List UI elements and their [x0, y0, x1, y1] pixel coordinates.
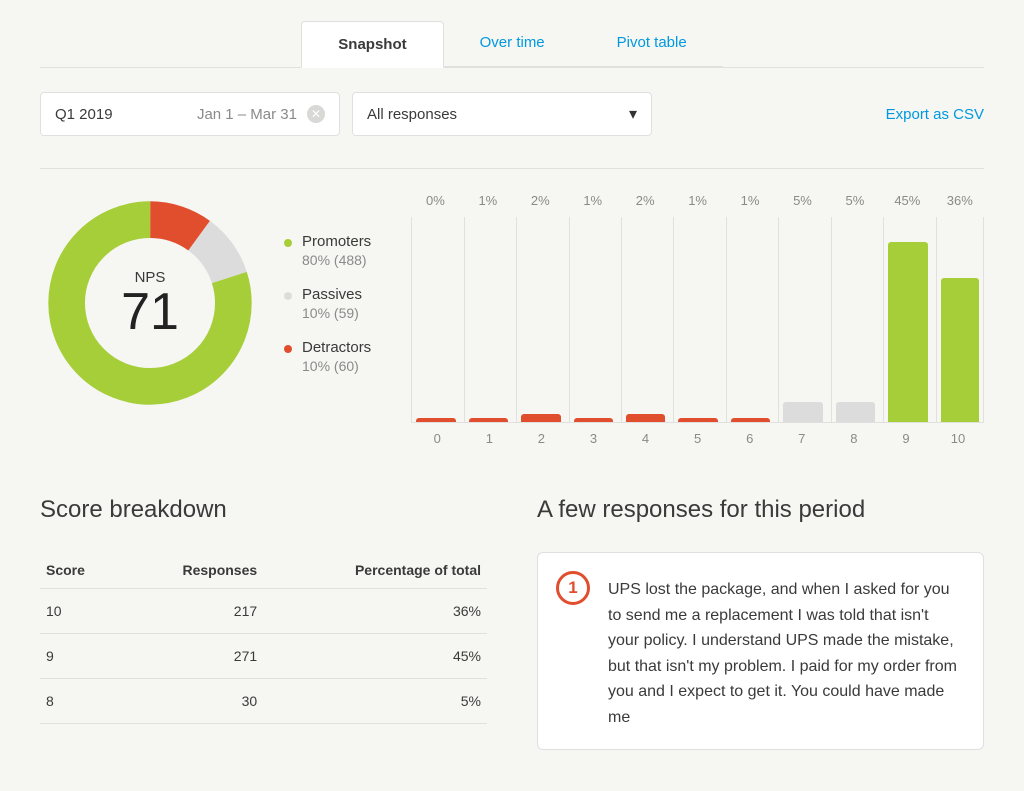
bar: [678, 418, 717, 422]
legend-promoters-name: Promoters: [302, 233, 371, 250]
bar-pct-label: 2%: [636, 193, 655, 208]
cell-score: 10: [40, 589, 123, 634]
segment-select-label: All responses: [367, 106, 457, 123]
responses-preview: A few responses for this period 1 UPS lo…: [537, 496, 984, 750]
table-row: 927145%: [40, 634, 487, 679]
legend-detractors-name: Detractors: [302, 339, 371, 356]
cell-responses: 30: [123, 679, 264, 724]
bar: [731, 418, 770, 422]
bar-x-label: 9: [880, 431, 932, 446]
bar: [783, 402, 822, 422]
bar-col: 5%: [831, 193, 879, 422]
bar-x-label: 8: [828, 431, 880, 446]
cell-pct: 36%: [263, 589, 487, 634]
cell-score: 8: [40, 679, 123, 724]
bar-pct-label: 5%: [846, 193, 865, 208]
legend-promoters-sub: 80% (488): [302, 252, 371, 268]
th-pct: Percentage of total: [263, 552, 487, 589]
legend-promoters: Promoters 80% (488): [284, 233, 371, 268]
legend-passives-sub: 10% (59): [302, 305, 362, 321]
filters-row: Q1 2019 Jan 1 – Mar 31 ✕ All responses ▾…: [40, 68, 984, 160]
bar-col: 1%: [569, 193, 617, 422]
nps-donut-block: NPS 71 Promoters 80% (488) Passives 1: [40, 193, 371, 413]
export-csv-link[interactable]: Export as CSV: [886, 106, 984, 123]
date-range-label: Q1 2019: [55, 106, 113, 123]
nps-donut-chart: NPS 71: [40, 193, 260, 413]
legend-passives-name: Passives: [302, 286, 362, 303]
bar-x-label: 1: [463, 431, 515, 446]
tab-snapshot[interactable]: Snapshot: [301, 21, 443, 68]
swatch-icon: [284, 345, 292, 353]
chevron-down-icon: ▾: [629, 104, 637, 124]
score-breakdown-table: Score Responses Percentage of total 1021…: [40, 552, 487, 724]
bar: [469, 418, 508, 422]
bar-col: 5%: [778, 193, 826, 422]
bar-x-label: 2: [515, 431, 567, 446]
legend-detractors: Detractors 10% (60): [284, 339, 371, 374]
bar: [941, 278, 979, 422]
bar-col: 1%: [673, 193, 721, 422]
bar-pct-label: 1%: [741, 193, 760, 208]
responses-title: A few responses for this period: [537, 496, 984, 524]
bar-col: 45%: [883, 193, 931, 422]
bar-x-label: 4: [620, 431, 672, 446]
bar-pct-label: 2%: [531, 193, 550, 208]
tab-over-time[interactable]: Over time: [444, 20, 581, 67]
bar: [521, 414, 560, 422]
bar-pct-label: 0%: [426, 193, 445, 208]
score-breakdown: Score breakdown Score Responses Percenta…: [40, 496, 487, 750]
score-distribution-chart: 0% 1% 2% 1% 2% 1% 1% 5% 5% 45% 36% 012345678910: [411, 193, 984, 446]
cell-pct: 45%: [263, 634, 487, 679]
bar-pct-label: 5%: [793, 193, 812, 208]
bar: [888, 242, 927, 422]
date-range-picker[interactable]: Q1 2019 Jan 1 – Mar 31 ✕: [40, 92, 340, 136]
bar-pct-label: 1%: [688, 193, 707, 208]
cell-pct: 5%: [263, 679, 487, 724]
bar: [416, 418, 455, 422]
cell-score: 9: [40, 634, 123, 679]
bar-x-label: 6: [724, 431, 776, 446]
bar-pct-label: 1%: [478, 193, 497, 208]
date-range-value: Jan 1 – Mar 31: [197, 106, 297, 123]
bar-pct-label: 1%: [583, 193, 602, 208]
bar-x-label: 10: [932, 431, 984, 446]
table-row: 1021736%: [40, 589, 487, 634]
bar-col: 2%: [516, 193, 564, 422]
bar-col: 0%: [411, 193, 459, 422]
swatch-icon: [284, 239, 292, 247]
cell-responses: 271: [123, 634, 264, 679]
response-card[interactable]: 1 UPS lost the package, and when I asked…: [537, 552, 984, 750]
th-responses: Responses: [123, 552, 264, 589]
bar-pct-label: 36%: [947, 193, 973, 208]
bar: [574, 418, 613, 422]
bar-col: 36%: [936, 193, 984, 422]
response-score-badge: 1: [556, 571, 590, 605]
bar-x-label: 7: [776, 431, 828, 446]
nps-value: 71: [121, 286, 179, 338]
bar-col: 1%: [726, 193, 774, 422]
clear-date-icon[interactable]: ✕: [307, 105, 325, 123]
bar: [836, 402, 875, 422]
bar-x-label: 0: [411, 431, 463, 446]
divider: [40, 168, 984, 169]
bar: [626, 414, 665, 422]
tab-pivot-table[interactable]: Pivot table: [581, 20, 723, 67]
tabs: Snapshot Over time Pivot table: [40, 20, 984, 68]
swatch-icon: [284, 292, 292, 300]
bar-pct-label: 45%: [894, 193, 920, 208]
table-row: 8305%: [40, 679, 487, 724]
legend-passives: Passives 10% (59): [284, 286, 371, 321]
th-score: Score: [40, 552, 123, 589]
bar-col: 1%: [464, 193, 512, 422]
bar-col: 2%: [621, 193, 669, 422]
response-text: UPS lost the package, and when I asked f…: [608, 577, 957, 731]
score-breakdown-title: Score breakdown: [40, 496, 487, 524]
bar-x-label: 5: [672, 431, 724, 446]
segment-select[interactable]: All responses ▾: [352, 92, 652, 136]
cell-responses: 217: [123, 589, 264, 634]
legend-detractors-sub: 10% (60): [302, 358, 371, 374]
bar-x-label: 3: [567, 431, 619, 446]
nps-legend: Promoters 80% (488) Passives 10% (59) De…: [284, 233, 371, 374]
